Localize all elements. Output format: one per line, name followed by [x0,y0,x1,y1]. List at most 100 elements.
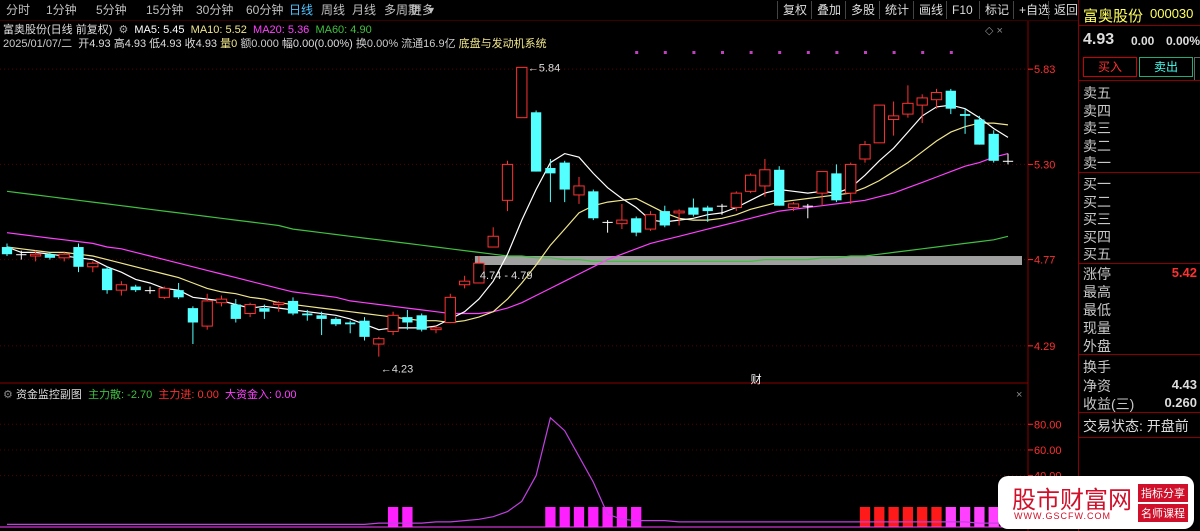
settings-gear-icon[interactable]: ⚙ [118,24,128,36]
price-tick-label: 4.77 [1034,255,1055,267]
candle-body-up [902,102,914,115]
candle-body-up [87,262,99,268]
fund-bar [917,507,928,527]
candle-body-down [101,268,113,291]
overlay-button[interactable]: 叠加 [811,1,846,19]
bar-volume: 量0 [220,38,238,50]
outer-volume-label: 外盘 [1083,338,1111,354]
watermark-logo: 股市财富网 指标分享 名师课程 WWW.GSCFW.COM [998,476,1194,529]
draw-line-button[interactable]: 画线 [913,1,948,19]
signal-dot [949,51,953,54]
support-band [474,256,1022,265]
candle-body-down [831,173,842,201]
candle-body-up [501,163,514,201]
chart-header-line1: 富奥股份(日线 前复权) ⚙ MA5: 5.45 MA10: 5.52 MA20… [3,23,372,37]
candle-body-down [316,315,327,319]
kline-chart-area[interactable]: 4.294.775.305.83←5.84←4.234.74 - 4.79财40… [0,21,1078,531]
candle-body-down [1002,160,1014,162]
ma5-line [6,104,1009,331]
chart-tools-icons: ◇ × [985,24,1003,38]
candle-body-down [44,254,56,258]
close-icon[interactable]: × [997,25,1003,37]
net-assets-label: 净资 [1083,377,1111,394]
period-toolbar: 分时 1分钟 5分钟 15分钟 30分钟 60分钟 日线 周线 月线 多周期 更多 ▾ 复权 叠加 多股… [0,0,1200,21]
candle-body-down [802,205,813,207]
signal-dot [778,51,782,54]
candle-body-up [444,296,456,323]
candle-body-down [173,290,184,298]
gap-range-annotation: 4.74 - 4.79 [480,270,533,282]
candle-body-up [158,287,170,298]
signal-dot [864,51,867,54]
candle-body-up [859,144,871,160]
candle-body-up [673,210,685,214]
candle-body-up [201,300,213,327]
buy-button[interactable]: 买入 [1083,57,1137,77]
fund-bar [573,507,585,527]
fund-bar [631,507,642,527]
candle-body-up [887,115,900,120]
candle-body-down [588,191,599,219]
tab-intraday[interactable]: 分时 [6,2,30,18]
subchart-close-icon[interactable]: × [1016,388,1022,402]
candle-body-up [29,253,42,257]
candle-body-down [659,211,670,226]
sell-button[interactable]: 卖出 [1139,57,1193,77]
candle-body-down [416,315,427,330]
tab-60min[interactable]: 60分钟 [246,2,283,18]
candle-body-down [602,221,613,223]
big-fund-line [7,416,1008,525]
f10-button[interactable]: F10 [946,1,978,19]
candle-body-down [230,304,241,319]
tab-30min[interactable]: 30分钟 [196,2,233,18]
tab-5min[interactable]: 5分钟 [96,2,127,18]
buy-level-5: 买五 [1083,246,1111,262]
quote-panel: 富奥股份 000030 4.93 0.00 0.00% 买入 卖出 卖五 卖四 卖三… [1078,0,1200,531]
last-price: 4.93 [1083,31,1115,48]
fund-bar [545,507,556,527]
candle-body-down [530,112,542,172]
subchart-settings-icon[interactable]: ⚙ [3,389,13,401]
candle-body-down [1,247,13,255]
bar-amount: 额0.000 [240,38,279,50]
restore-rights-button[interactable]: 复权 [777,1,812,19]
candle-body-up [58,253,70,259]
tab-weekly[interactable]: 周线 [321,2,345,18]
trade-status: 交易状态: 开盘前 [1083,418,1189,434]
candle-body-up [487,235,499,248]
candle-body-up [930,92,943,101]
chart-header-line2: 2025/01/07/二 开4.93 高4.93 低4.93 收4.93 量0 … [3,37,547,51]
multi-stock-button[interactable]: 多股 [845,1,880,19]
mark-button[interactable]: 标记 [979,1,1014,19]
fund-bar [931,507,942,527]
price-change-pct: 0.00% [1166,34,1200,48]
signal-dot [749,51,753,54]
signal-dot [892,51,896,54]
tab-1min[interactable]: 1分钟 [46,2,77,18]
sub-tick-label: 80.00 [1034,419,1062,431]
limit-up-value: 5.42 [1171,265,1197,280]
main-dispersal-value: 主力散: -2.70 [88,389,153,401]
panel-toggle[interactable] [1194,57,1200,81]
price-change: 0.00 [1131,34,1155,48]
more-arrow-icon[interactable]: ▾ [428,2,434,18]
bar-change: 幅0.00(0.00%) [281,38,353,50]
finance-report-marker: 财 [751,372,762,386]
price-tick-label: 5.30 [1034,159,1055,171]
fund-bar [945,507,956,527]
tab-daily[interactable]: 日线 [289,2,313,18]
tab-monthly[interactable]: 月线 [352,2,376,18]
tab-15min[interactable]: 15分钟 [146,2,183,18]
candle-body-up [516,66,528,119]
diamond-icon[interactable]: ◇ [985,25,993,37]
statistics-button[interactable]: 统计 [879,1,914,19]
price-tick-label: 5.83 [1034,64,1055,76]
candle-body-down [559,162,570,190]
candle-body-down [974,119,985,145]
current-volume-label: 现量 [1083,320,1111,336]
fund-bar [902,507,914,527]
candle-body-down [144,290,156,292]
kline-chart-svg[interactable]: 4.294.775.305.83←5.84←4.234.74 - 4.79财40… [0,21,1078,531]
candle-body-up [430,327,442,331]
candle-body-up [787,203,800,209]
